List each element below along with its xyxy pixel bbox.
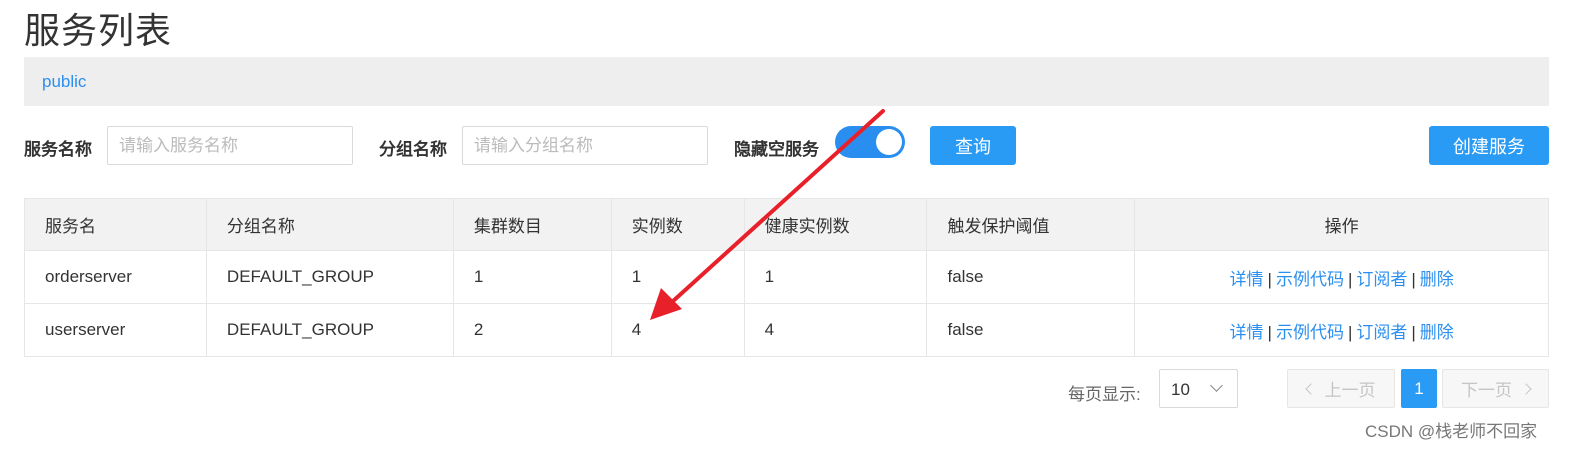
page-1-button[interactable]: 1 bbox=[1401, 369, 1437, 408]
cell-service-name: userserver bbox=[24, 303, 207, 357]
cell-instance-count: 1 bbox=[610, 250, 745, 304]
cell-protect-threshold: false bbox=[926, 250, 1136, 304]
toggle-knob bbox=[876, 129, 902, 155]
page-size-label: 每页显示: bbox=[1068, 385, 1141, 404]
chevron-down-icon bbox=[1210, 379, 1223, 392]
cell-actions: 详情 | 示例代码 | 订阅者 | 删除 bbox=[1134, 250, 1549, 304]
subscribers-link[interactable]: 订阅者 bbox=[1356, 323, 1407, 342]
cell-group-name: DEFAULT_GROUP bbox=[205, 303, 454, 357]
cell-instance-count: 4 bbox=[610, 303, 745, 357]
table-row: orderserver DEFAULT_GROUP 1 1 1 false 详情… bbox=[24, 250, 1549, 304]
prev-page-label: 上一页 bbox=[1324, 381, 1376, 400]
column-header-instance-count: 实例数 bbox=[610, 198, 745, 251]
namespace-bar: public bbox=[24, 57, 1549, 106]
service-name-input[interactable] bbox=[107, 126, 353, 165]
detail-link[interactable]: 详情 bbox=[1230, 270, 1264, 289]
table-row: userserver DEFAULT_GROUP 2 4 4 false 详情 |… bbox=[24, 303, 1549, 357]
delete-link[interactable]: 删除 bbox=[1420, 323, 1454, 342]
next-page-button[interactable]: 下一页 bbox=[1442, 369, 1549, 408]
cell-healthy-instance-count: 4 bbox=[743, 303, 928, 357]
cell-actions: 详情 | 示例代码 | 订阅者 | 删除 bbox=[1134, 303, 1549, 357]
delete-link[interactable]: 删除 bbox=[1420, 270, 1454, 289]
action-separator: | bbox=[1267, 269, 1272, 289]
page-size-value: 10 bbox=[1171, 380, 1190, 399]
column-header-protect-threshold: 触发保护阈值 bbox=[926, 198, 1136, 251]
column-header-service-name: 服务名 bbox=[24, 198, 207, 251]
prev-page-button[interactable]: 上一页 bbox=[1287, 369, 1395, 408]
cell-service-name: orderserver bbox=[24, 250, 207, 304]
column-header-group-name: 分组名称 bbox=[205, 198, 454, 251]
next-page-label: 下一页 bbox=[1461, 381, 1512, 400]
cell-cluster-count: 1 bbox=[452, 250, 612, 304]
chevron-right-icon bbox=[1520, 382, 1532, 395]
column-header-cluster-count: 集群数目 bbox=[452, 198, 612, 251]
table-header-row: 服务名 分组名称 集群数目 实例数 健康实例数 触发保护阈值 操作 bbox=[24, 198, 1549, 251]
cell-cluster-count: 2 bbox=[452, 303, 612, 357]
action-separator: | bbox=[1347, 322, 1353, 342]
hide-empty-services-toggle[interactable] bbox=[835, 126, 905, 158]
column-header-healthy-instance-count: 健康实例数 bbox=[743, 198, 928, 251]
column-header-actions: 操作 bbox=[1134, 198, 1549, 251]
cell-group-name: DEFAULT_GROUP bbox=[205, 250, 454, 304]
csdn-watermark: CSDN @栈老师不回家 bbox=[1365, 422, 1538, 441]
action-separator: | bbox=[1267, 322, 1272, 342]
page-size-select[interactable]: 10 bbox=[1159, 369, 1238, 408]
chevron-left-icon bbox=[1304, 382, 1317, 395]
sample-code-link[interactable]: 示例代码 bbox=[1276, 270, 1344, 289]
action-separator: | bbox=[1347, 269, 1353, 289]
sample-code-link[interactable]: 示例代码 bbox=[1276, 323, 1344, 342]
cell-protect-threshold: false bbox=[926, 303, 1136, 357]
service-table: 服务名 分组名称 集群数目 实例数 健康实例数 触发保护阈值 操作 orders… bbox=[24, 198, 1549, 357]
cell-healthy-instance-count: 1 bbox=[743, 250, 928, 304]
page-title: 服务列表 bbox=[24, 10, 173, 51]
create-service-button[interactable]: 创建服务 bbox=[1429, 126, 1549, 165]
namespace-public-link[interactable]: public bbox=[42, 72, 86, 92]
detail-link[interactable]: 详情 bbox=[1230, 323, 1264, 342]
query-button[interactable]: 查询 bbox=[930, 126, 1016, 165]
group-name-label: 分组名称 bbox=[379, 140, 447, 159]
service-name-label: 服务名称 bbox=[24, 140, 92, 159]
action-separator: | bbox=[1411, 269, 1416, 289]
group-name-input[interactable] bbox=[462, 126, 708, 165]
subscribers-link[interactable]: 订阅者 bbox=[1356, 270, 1407, 289]
action-separator: | bbox=[1411, 322, 1416, 342]
hide-empty-services-label: 隐藏空服务 bbox=[734, 140, 819, 159]
